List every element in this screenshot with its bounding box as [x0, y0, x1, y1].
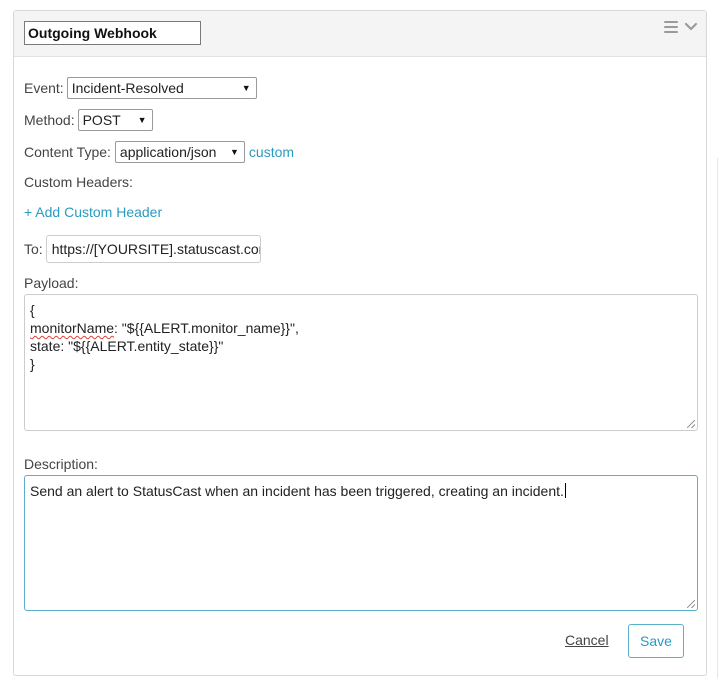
custom-headers-label: Custom Headers:: [24, 174, 133, 190]
method-label: Method:: [24, 112, 75, 128]
description-label: Description:: [24, 456, 98, 472]
page-edge-divider: [717, 158, 718, 678]
custom-content-type-link[interactable]: custom: [249, 144, 294, 160]
event-selected-value: Incident-Resolved: [71, 80, 184, 96]
hamburger-icon[interactable]: [664, 21, 678, 33]
method-selected-value: POST: [82, 112, 121, 128]
payload-line-3: state: "${{ALERT.entity_state}}": [30, 338, 224, 354]
to-label: To:: [24, 241, 43, 257]
payload-line-2-key: monitorName: [30, 320, 115, 336]
content-type-selected-value: application/json: [119, 144, 217, 160]
method-row: Method: POST ▼: [24, 109, 153, 131]
caret-down-icon: ▼: [230, 147, 239, 157]
add-custom-header-link[interactable]: + Add Custom Header: [24, 204, 162, 220]
payload-line-2: monitorName: "${{ALERT.monitor_name}}",: [30, 319, 692, 337]
save-button[interactable]: Save: [628, 624, 684, 658]
event-row: Event: Incident-Resolved ▼: [24, 77, 257, 99]
description-textarea[interactable]: Send an alert to StatusCast when an inci…: [24, 475, 698, 611]
description-value: Send an alert to StatusCast when an inci…: [30, 483, 564, 499]
cancel-button[interactable]: Cancel: [565, 632, 609, 648]
payload-line-2-rest: : "${{ALERT.monitor_name}}",: [114, 320, 299, 336]
description-label-row: Description:: [24, 456, 98, 472]
caret-down-icon: ▼: [241, 83, 251, 93]
content-type-label: Content Type:: [24, 144, 111, 160]
caret-down-icon: ▼: [137, 115, 147, 125]
webhook-panel: Event: Incident-Resolved ▼ Method: POST …: [13, 10, 707, 676]
to-row: To: https://[YOURSITE].statuscast.com: [24, 235, 261, 263]
payload-line-1: {: [30, 302, 35, 318]
chevron-down-icon[interactable]: [684, 22, 698, 32]
method-select[interactable]: POST ▼: [77, 109, 153, 131]
webhook-title-input[interactable]: [24, 21, 201, 45]
payload-textarea[interactable]: {monitorName: "${{ALERT.monitor_name}}",…: [24, 294, 698, 431]
text-cursor: [564, 483, 566, 498]
resize-grip-icon[interactable]: [687, 420, 695, 428]
event-label: Event:: [24, 80, 64, 96]
to-url-value: https://[YOURSITE].statuscast.com: [51, 241, 261, 257]
content-type-row: Content Type: application/json ▼ custom: [24, 141, 294, 163]
content-type-select[interactable]: application/json ▼: [114, 141, 245, 163]
resize-grip-icon[interactable]: [687, 600, 695, 608]
add-custom-header-row: + Add Custom Header: [24, 204, 162, 220]
header-icons: [664, 21, 698, 33]
to-url-input[interactable]: https://[YOURSITE].statuscast.com: [45, 235, 261, 263]
payload-label-row: Payload:: [24, 275, 78, 291]
panel-header: [14, 11, 706, 57]
payload-line-4: }: [30, 356, 35, 372]
custom-headers-row: Custom Headers:: [24, 174, 133, 190]
event-select[interactable]: Incident-Resolved ▼: [66, 77, 257, 99]
payload-label: Payload:: [24, 275, 79, 291]
